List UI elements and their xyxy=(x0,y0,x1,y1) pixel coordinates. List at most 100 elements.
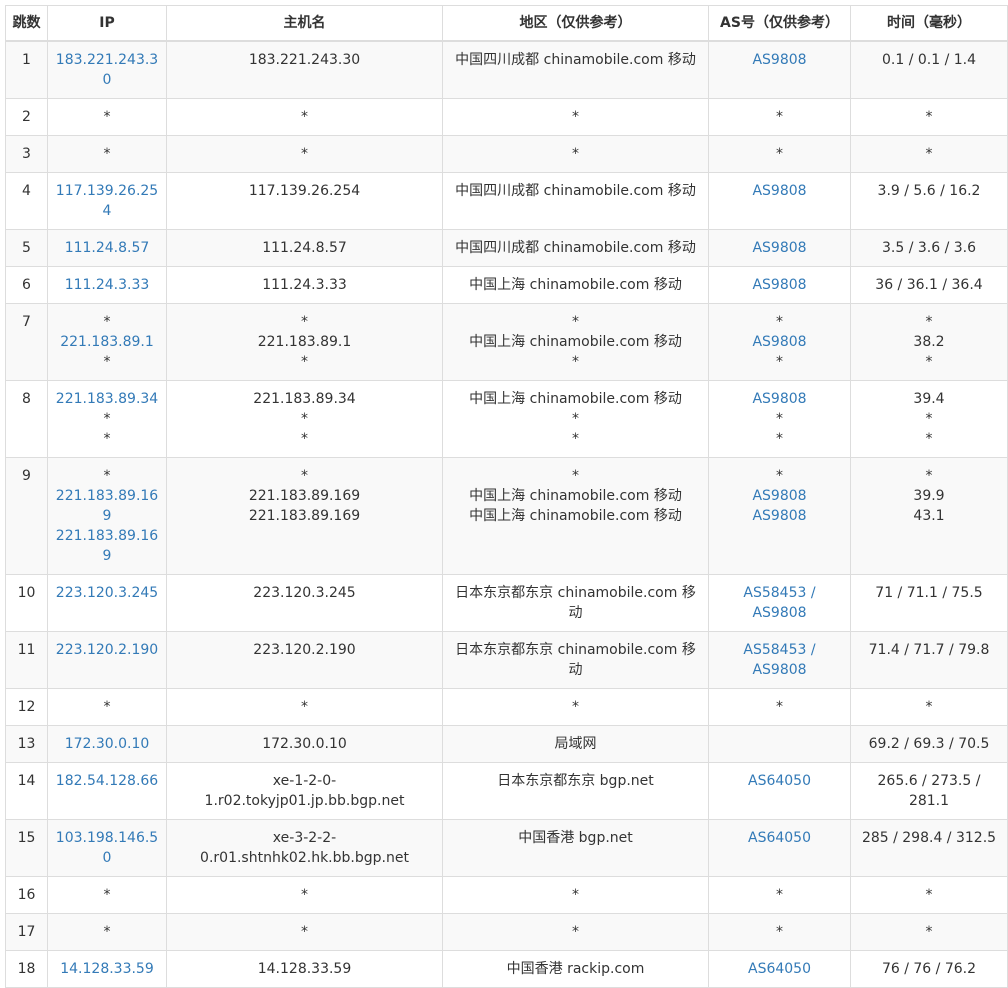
ip-text: * xyxy=(103,314,111,330)
as-cell: AS64050 xyxy=(708,762,851,820)
ip-link[interactable]: 111.24.3.33 xyxy=(54,275,160,295)
hostname-line: 221.183.89.169 xyxy=(248,488,361,504)
region-line: 中国香港 bgp.net xyxy=(518,830,633,846)
table-row: 9 * 221.183.89.169 221.183.89.169 * 221.183.8… xyxy=(5,457,1008,575)
table-row: 7 * 221.183.89.1 * * 221.183.89.1 * * 中国上海 china… xyxy=(5,303,1008,381)
as-text: * xyxy=(776,699,783,715)
as-text: * xyxy=(776,314,783,330)
as-cell: * AS9808 * xyxy=(708,303,851,381)
ip-cell: 183.221.243.30 xyxy=(47,40,167,99)
as-cell: * xyxy=(708,688,851,726)
hop-cell: 2 xyxy=(5,98,48,136)
as-link[interactable]: AS64050 xyxy=(715,959,844,979)
hostname-cell: 223.120.3.245 xyxy=(166,574,443,632)
as-link[interactable]: AS9808 xyxy=(715,50,844,70)
table-row: 16 * * * * * xyxy=(5,876,1008,914)
ip-link[interactable]: 111.24.8.57 xyxy=(54,238,160,258)
hostname-line: 111.24.3.33 xyxy=(262,277,347,293)
as-link[interactable]: AS64050 xyxy=(715,771,844,791)
as-link[interactable]: AS9808 xyxy=(715,389,844,409)
as-link[interactable]: AS9808 xyxy=(715,506,844,526)
region-line: 中国上海 chinamobile.com 移动 xyxy=(469,488,682,504)
hostname-line: * xyxy=(301,314,308,330)
hostname-cell: 172.30.0.10 xyxy=(166,725,443,763)
hostname-line: 111.24.8.57 xyxy=(262,240,347,256)
as-link[interactable]: AS58453 / AS9808 xyxy=(715,583,844,623)
ip-cell: * 221.183.89.1 * xyxy=(47,303,167,381)
region-line: 中国四川成都 chinamobile.com 移动 xyxy=(455,240,696,256)
region-cell: 中国四川成都 chinamobile.com 移动 xyxy=(442,229,709,267)
region-cell: 中国香港 rackip.com xyxy=(442,950,709,988)
as-link[interactable]: AS58453 / AS9808 xyxy=(715,640,844,680)
as-link[interactable]: AS9808 xyxy=(715,238,844,258)
ip-link[interactable]: 221.183.89.169 xyxy=(54,486,160,526)
ip-link[interactable]: 221.183.89.1 xyxy=(54,332,160,352)
as-text: * xyxy=(776,924,783,940)
time-cell: * xyxy=(850,98,1008,136)
table-row: 13 172.30.0.10 172.30.0.10 局域网 69.2 / 69.3 /… xyxy=(5,725,1008,763)
time-line: * xyxy=(925,699,933,715)
region-line: 日本东京都东京 chinamobile.com 移动 xyxy=(455,585,696,621)
hop-cell: 10 xyxy=(5,574,48,632)
time-line: * xyxy=(925,146,933,162)
as-link[interactable]: AS9808 xyxy=(715,181,844,201)
ip-cell: * xyxy=(47,98,167,136)
time-line: * xyxy=(925,109,933,125)
ip-link[interactable]: 117.139.26.254 xyxy=(54,181,160,221)
as-link[interactable]: AS9808 xyxy=(715,275,844,295)
time-cell: 265.6 / 273.5 / 281.1 xyxy=(850,762,1008,820)
ip-link[interactable]: 223.120.3.245 xyxy=(54,583,160,603)
hostname-line: 221.183.89.1 xyxy=(257,334,352,350)
hostname-line: 117.139.26.254 xyxy=(248,183,361,199)
hop-cell: 8 xyxy=(5,380,48,458)
hostname-line: 223.120.3.245 xyxy=(253,585,356,601)
ip-link[interactable]: 172.30.0.10 xyxy=(54,734,160,754)
as-link[interactable]: AS9808 xyxy=(715,486,844,506)
region-line: * xyxy=(572,411,579,427)
ip-link[interactable]: 223.120.2.190 xyxy=(54,640,160,660)
ip-text: * xyxy=(103,431,111,447)
time-line: * xyxy=(925,431,933,447)
ip-link[interactable]: 183.221.243.30 xyxy=(54,50,160,90)
traceroute-table: 跳数 IP 主机名 地区（仅供参考） AS号（仅供参考） 时间（毫秒） 1 183… xyxy=(5,5,1008,988)
hostname-cell: * xyxy=(166,876,443,914)
region-line: * xyxy=(572,146,579,162)
table-header-row: 跳数 IP 主机名 地区（仅供参考） AS号（仅供参考） 时间（毫秒） xyxy=(5,5,1008,42)
ip-text: * xyxy=(103,924,111,940)
as-link[interactable]: AS9808 xyxy=(715,332,844,352)
hostname-line: * xyxy=(301,887,308,903)
time-cell: 76 / 76 / 76.2 xyxy=(850,950,1008,988)
region-line: 中国四川成都 chinamobile.com 移动 xyxy=(455,52,696,68)
hostname-cell: 14.128.33.59 xyxy=(166,950,443,988)
hostname-cell: xe-3-2-2-0.r01.shtnhk02.hk.bb.bgp.net xyxy=(166,819,443,877)
hostname-cell: 117.139.26.254 xyxy=(166,172,443,230)
ip-link[interactable]: 221.183.89.169 xyxy=(54,526,160,566)
region-cell: 中国上海 chinamobile.com 移动 xyxy=(442,266,709,304)
time-cell: 69.2 / 69.3 / 70.5 xyxy=(850,725,1008,763)
hostname-cell: * xyxy=(166,135,443,173)
region-line: 中国上海 chinamobile.com 移动 xyxy=(469,391,682,407)
time-line: * xyxy=(925,468,933,484)
as-link[interactable]: AS64050 xyxy=(715,828,844,848)
time-cell: 36 / 36.1 / 36.4 xyxy=(850,266,1008,304)
hostname-line: * xyxy=(301,354,308,370)
ip-cell: 14.128.33.59 xyxy=(47,950,167,988)
as-cell: * xyxy=(708,876,851,914)
ip-link[interactable]: 103.198.146.50 xyxy=(54,828,160,868)
hostname-line: * xyxy=(301,146,308,162)
ip-link[interactable]: 14.128.33.59 xyxy=(54,959,160,979)
time-line: 43.1 xyxy=(913,508,945,524)
table-row: 6 111.24.3.33 111.24.3.33 中国上海 chinamobile.… xyxy=(5,266,1008,304)
table-row: 18 14.128.33.59 14.128.33.59 中国香港 rackip.co… xyxy=(5,950,1008,988)
ip-cell: 172.30.0.10 xyxy=(47,725,167,763)
ip-cell: 111.24.8.57 xyxy=(47,229,167,267)
ip-text: * xyxy=(103,887,111,903)
region-line: 日本东京都东京 chinamobile.com 移动 xyxy=(455,642,696,678)
hostname-cell: * xyxy=(166,688,443,726)
ip-link[interactable]: 182.54.128.66 xyxy=(54,771,160,791)
hostname-line: 14.128.33.59 xyxy=(257,961,352,977)
region-line: 中国上海 chinamobile.com 移动 xyxy=(469,508,682,524)
region-line: 中国上海 chinamobile.com 移动 xyxy=(469,277,682,293)
ip-text: * xyxy=(103,354,111,370)
ip-link[interactable]: 221.183.89.34 xyxy=(54,389,160,409)
